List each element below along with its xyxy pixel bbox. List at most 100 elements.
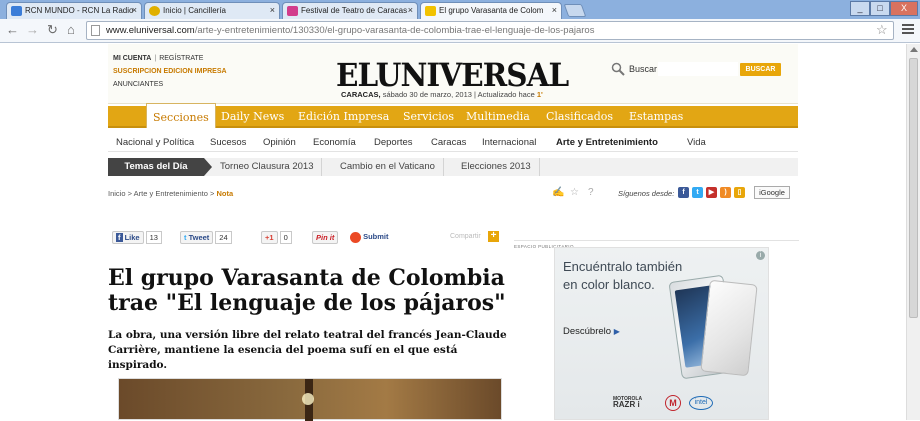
facebook-icon[interactable]: f: [678, 187, 689, 198]
close-tab-icon[interactable]: ×: [408, 5, 413, 15]
scroll-up-arrow-icon[interactable]: [910, 47, 918, 52]
dateline: CARACAS, sábado 30 de marzo, 2013 | Actu…: [341, 90, 543, 99]
account-links: MI CUENTA | REGÍSTRATE SUSCRIPCION EDICION…: [113, 55, 227, 88]
igoogle-button[interactable]: iGoogle: [754, 186, 790, 199]
browser-tab-festival[interactable]: Festival de Teatro de Caracas ×: [282, 2, 418, 19]
subnav-internacional[interactable]: Internacional: [482, 137, 536, 148]
phone-back-image: [700, 279, 758, 377]
registrate-link[interactable]: REGÍSTRATE: [159, 55, 203, 62]
submit-link[interactable]: Submit: [363, 232, 388, 241]
tab-favicon-icon: [149, 6, 160, 16]
minimize-button[interactable]: _: [850, 1, 870, 16]
nav-estampas[interactable]: Estampas: [629, 106, 683, 128]
browser-tab-bar: RCN MUNDO - RCN La Radio × Inicio | Canc…: [0, 0, 920, 19]
subnav-arte[interactable]: Arte y Entretenimiento: [556, 137, 658, 148]
temas-del-dia-bar: Temas del Día Torneo Clausura 2013 Cambi…: [108, 158, 798, 176]
address-bar[interactable]: www.eluniversal.com/arte-y-entretenimien…: [86, 21, 894, 40]
nav-edicion-impresa[interactable]: Edición Impresa: [298, 106, 389, 128]
anunciantes-link[interactable]: ANUNCIANTES: [113, 81, 163, 88]
tema-item[interactable]: Torneo Clausura 2013: [212, 158, 323, 176]
tweet-button[interactable]: t Tweet: [180, 231, 214, 244]
gplus-share[interactable]: +1 0: [261, 231, 292, 244]
nav-daily-news[interactable]: Daily News: [221, 106, 284, 128]
tab-title: El grupo Varasanta de Colom: [439, 6, 544, 15]
twitter-icon[interactable]: t: [692, 187, 703, 198]
subnav-economia[interactable]: Economía: [313, 137, 356, 148]
new-tab-button[interactable]: [563, 4, 587, 17]
search-icon: [611, 62, 625, 76]
like-button[interactable]: f Like: [112, 231, 144, 244]
url-text[interactable]: www.eluniversal.com/arte-y-entretenimien…: [106, 25, 594, 36]
search-input[interactable]: [658, 62, 738, 76]
gplus-button[interactable]: +1: [261, 231, 278, 244]
browser-toolbar: ← → ↻ ⌂ www.eluniversal.com/arte-y-entre…: [0, 19, 920, 43]
tema-item[interactable]: Elecciones 2013: [453, 158, 540, 176]
pinit-button[interactable]: Pin it: [312, 231, 339, 244]
website: MI CUENTA | REGÍSTRATE SUSCRIPCION EDICION…: [108, 44, 799, 421]
nav-secciones[interactable]: Secciones: [146, 103, 216, 128]
ad-headline: Encuéntralo también en color blanco.: [563, 259, 683, 292]
site-logo[interactable]: ELUNIVERSAL: [336, 56, 569, 94]
nav-multimedia[interactable]: Multimedia: [466, 106, 530, 128]
facebook-like[interactable]: f Like 13: [112, 231, 162, 244]
close-tab-icon[interactable]: ×: [552, 5, 557, 15]
help-icon[interactable]: ?: [588, 187, 594, 198]
article-lead: La obra, una versión libre del relato te…: [108, 329, 507, 371]
scrollbar-thumb[interactable]: [909, 58, 918, 318]
subnav-deportes[interactable]: Deportes: [374, 137, 413, 148]
subnav-sucesos[interactable]: Sucesos: [210, 137, 246, 148]
temas-title: Temas del Día: [108, 158, 212, 176]
page-icon: [91, 25, 100, 36]
favorite-star-icon[interactable]: ☆: [570, 187, 579, 198]
tweet-count: 24: [215, 231, 232, 244]
subnav-vida[interactable]: Vida: [687, 137, 706, 148]
ad-cta[interactable]: Descúbrelo ▶: [563, 326, 620, 337]
ad-info-icon[interactable]: i: [756, 251, 765, 260]
compartir-label[interactable]: Compartir: [450, 233, 481, 240]
article-headline: El grupo Varasanta de Colombia trae "El …: [108, 265, 506, 316]
pinterest-share[interactable]: Pin it: [312, 231, 339, 244]
rss-icon[interactable]: ): [720, 187, 731, 198]
intel-logo: intel: [689, 396, 713, 410]
stumble-share[interactable]: Submit: [350, 231, 389, 244]
tweet-share[interactable]: t Tweet 24: [180, 231, 232, 244]
close-window-button[interactable]: X: [890, 1, 918, 16]
nav-clasificados[interactable]: Clasificados: [546, 106, 613, 128]
bookmark-star-icon[interactable]: ☆: [876, 22, 888, 38]
close-tab-icon[interactable]: ×: [132, 5, 137, 15]
mi-cuenta-link[interactable]: MI CUENTA: [113, 55, 151, 62]
stumbleupon-icon: [350, 231, 361, 243]
motorola-logo-icon: M: [665, 395, 681, 411]
breadcrumb-section[interactable]: Arte y Entretenimiento: [134, 189, 208, 198]
subnav-nacional[interactable]: Nacional y Política: [116, 137, 194, 148]
mobile-icon[interactable]: ▯: [734, 187, 745, 198]
tema-item[interactable]: Cambio en el Vaticano: [332, 158, 444, 176]
search-button[interactable]: BUSCAR: [740, 63, 781, 76]
suscripcion-link[interactable]: SUSCRIPCION EDICION IMPRESA: [113, 68, 227, 75]
subnav-opinion[interactable]: Opinión: [263, 137, 296, 148]
advertisement-banner[interactable]: i Encuéntralo también en color blanco. De…: [554, 247, 769, 420]
more-share-button[interactable]: +: [488, 231, 499, 242]
tab-title: RCN MUNDO - RCN La Radio: [25, 6, 134, 15]
breadcrumb-current: Nota: [216, 189, 234, 198]
browser-tab-active[interactable]: El grupo Varasanta de Colom ×: [420, 2, 562, 19]
browser-tab-cancilleria[interactable]: Inicio | Cancillería ×: [144, 2, 280, 19]
back-arrow-icon[interactable]: ←: [6, 23, 19, 37]
forward-arrow-icon[interactable]: →: [26, 23, 39, 37]
sections-nav: Secciones Daily News Edición Impresa Ser…: [108, 103, 798, 128]
menu-icon[interactable]: [902, 24, 914, 36]
home-icon[interactable]: ⌂: [67, 23, 75, 37]
breadcrumb-inicio[interactable]: Inicio: [108, 189, 126, 198]
browser-tab-rcn[interactable]: RCN MUNDO - RCN La Radio ×: [6, 2, 142, 19]
close-tab-icon[interactable]: ×: [270, 5, 275, 15]
nav-servicios[interactable]: Servicios: [403, 106, 454, 128]
maximize-button[interactable]: □: [870, 1, 890, 16]
tab-favicon-icon: [11, 6, 22, 16]
page-scrollbar[interactable]: [906, 44, 920, 420]
handshake-icon[interactable]: ✍: [552, 187, 564, 198]
reload-icon[interactable]: ↻: [47, 23, 58, 37]
article-photo[interactable]: [118, 378, 502, 421]
subnav-caracas[interactable]: Caracas: [431, 137, 466, 148]
follow-label: Síguenos desde:: [618, 189, 675, 198]
youtube-icon[interactable]: ▶: [706, 187, 717, 198]
